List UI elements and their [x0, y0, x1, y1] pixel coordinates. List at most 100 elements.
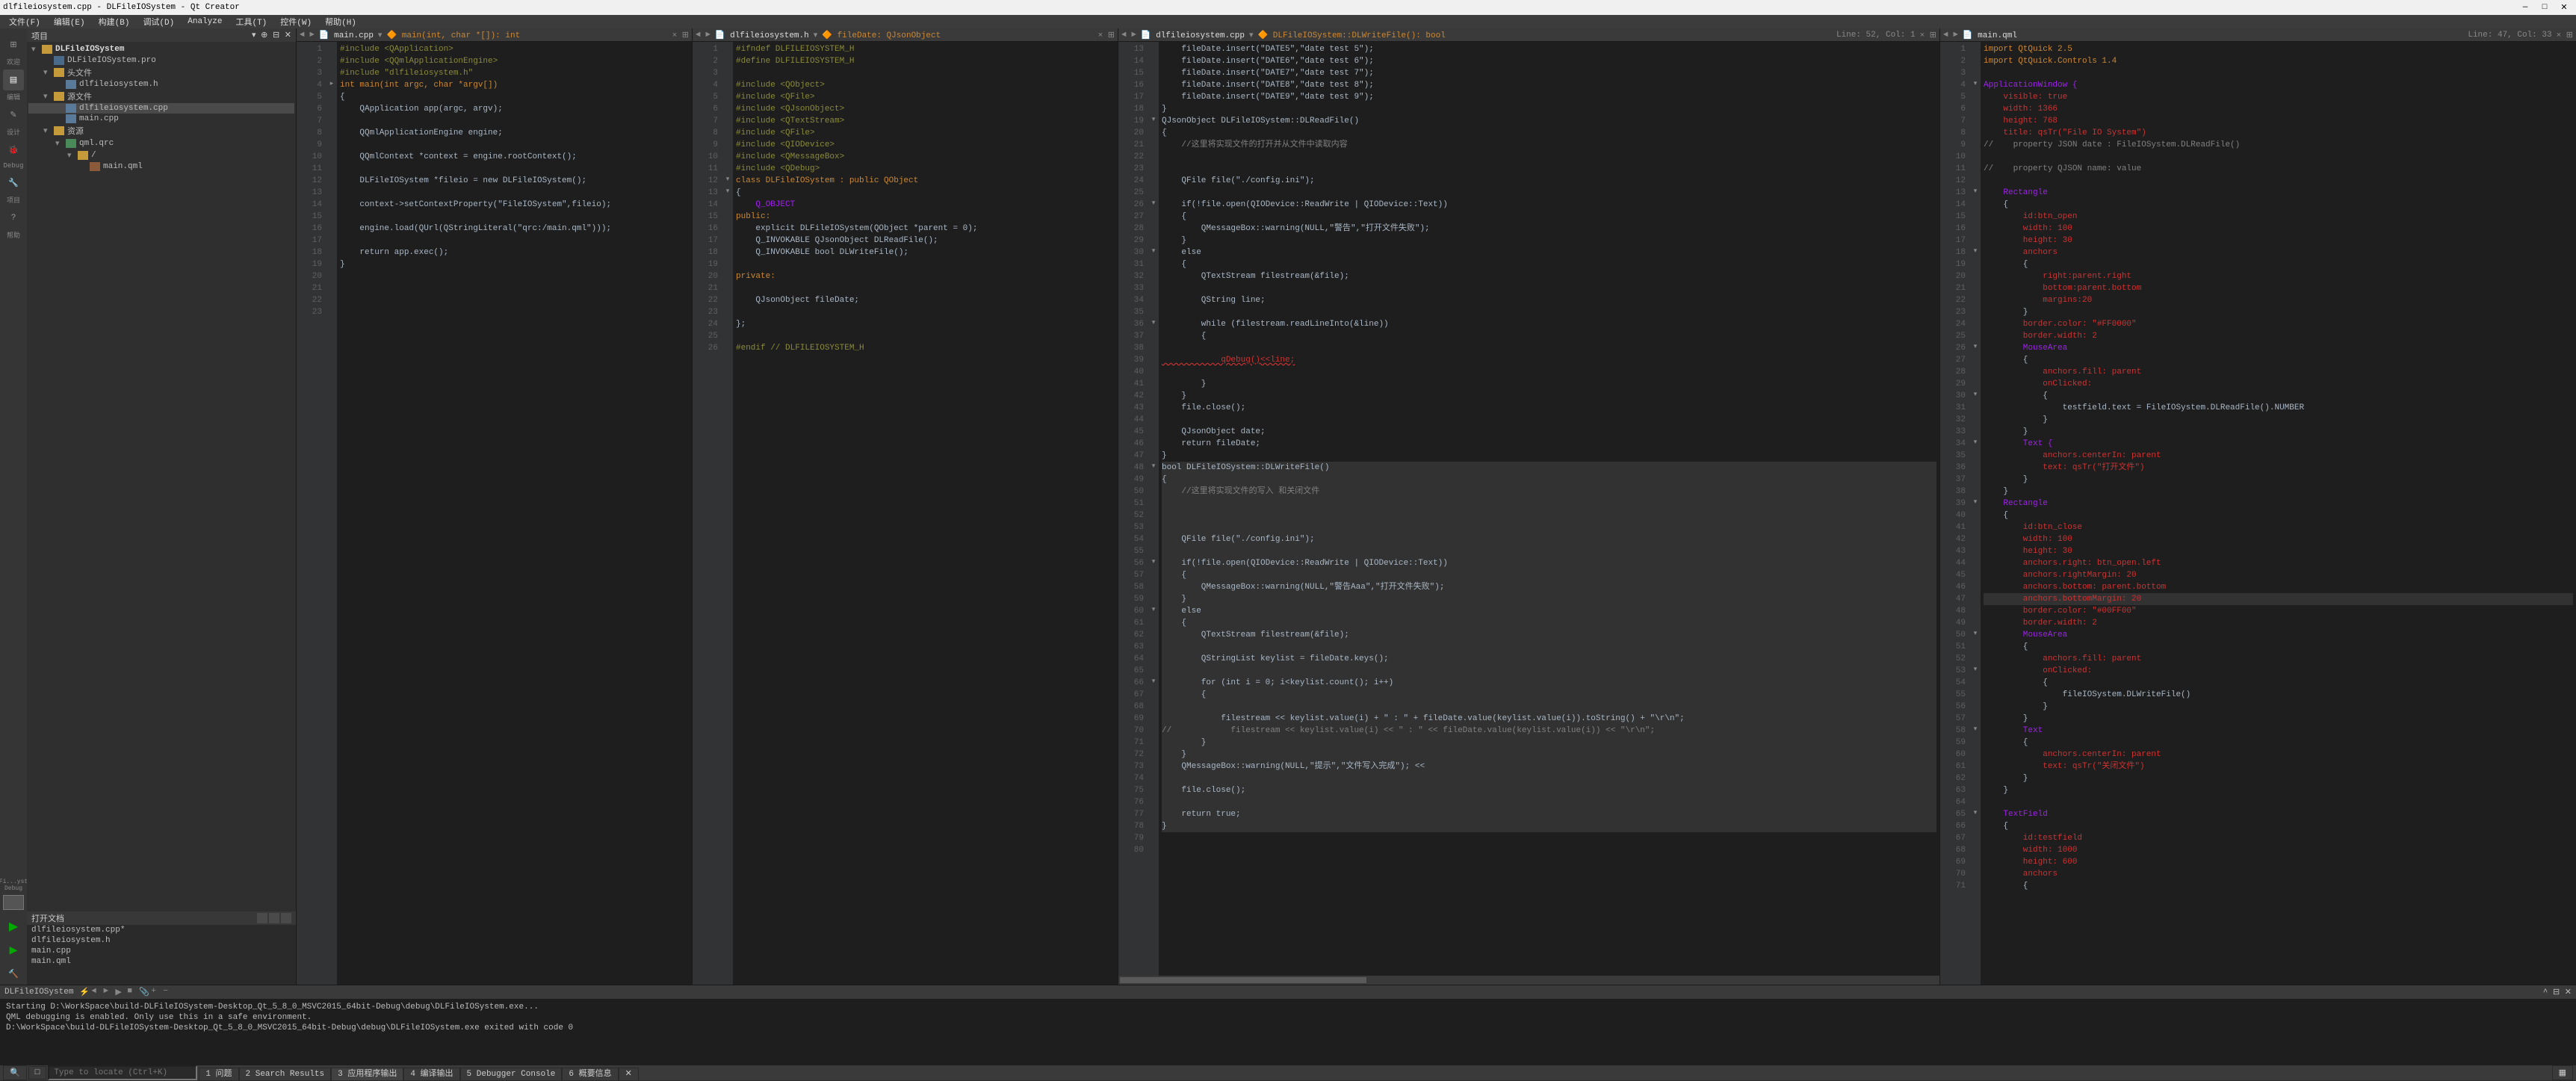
editor-tab[interactable]: ◄ ►📄 dlfileiosystem.h▾🔶 fileDate: QJsonO…: [693, 28, 1118, 42]
menubar: 文件(F)编辑(E)构建(B)调试(D)Analyze工具(T)控件(W)帮助(…: [0, 15, 2576, 28]
next-icon[interactable]: ►: [103, 987, 112, 997]
tab-close[interactable]: × ⊞: [1098, 30, 1115, 40]
tree-item[interactable]: DLFileIOSystem.pro: [28, 55, 294, 66]
mode-bar: ⊞ 欢迎 ▤ 编辑 ✎ 设计 🐞 Debug 🔧 项目 ? 帮助 DLFi...…: [0, 28, 27, 985]
menu-item[interactable]: 帮助(H): [319, 14, 362, 29]
nav-buttons[interactable]: ◄ ►: [1121, 31, 1136, 40]
horizontal-scrollbar[interactable]: [1118, 976, 1939, 985]
tab-close[interactable]: × ⊞: [672, 30, 689, 40]
editor-tab[interactable]: ◄ ►📄 main.cpp▾🔶 main(int, char *[]): int…: [297, 28, 692, 42]
tab-close[interactable]: × ⊞: [1920, 30, 1936, 40]
code-area[interactable]: 1234567891011121314151617181920212223242…: [693, 42, 1118, 985]
tree-item[interactable]: main.qml: [28, 161, 294, 172]
open-file-item[interactable]: main.qml: [27, 956, 296, 967]
editor-tab[interactable]: ◄ ► 📄 main.qml Line: 47, Col: 33 × ⊞: [1940, 28, 2576, 42]
output-text: Starting D:\WorkSpace\build-DLFileIOSyst…: [0, 999, 2576, 1065]
locator-icon[interactable]: 🔍: [3, 1065, 27, 1080]
output-tab-bar: DLFileIOSystem ⚡ ◄ ► ▶ ■ 📎 + − ^ ⊟ ✕: [0, 985, 2576, 999]
function-selector[interactable]: 🔶 main(int, char *[]): int: [386, 30, 520, 40]
help-mode[interactable]: ?: [3, 208, 24, 229]
menu-item[interactable]: 控件(W): [274, 14, 318, 29]
line-info[interactable]: Line: 52, Col: 1: [1836, 31, 1916, 40]
welcome-mode[interactable]: ⊞: [3, 34, 24, 55]
maximize-button[interactable]: □: [2536, 1, 2554, 13]
tree-item[interactable]: ▾源文件: [28, 90, 294, 103]
editor-tab[interactable]: ◄ ►📄 dlfileiosystem.cpp▾🔶 DLFileIOSystem…: [1118, 28, 1939, 42]
project-tree[interactable]: ▾DLFileIOSystem DLFileIOSystem.pro▾头文件 d…: [27, 42, 296, 911]
add-icon[interactable]: +: [151, 987, 160, 997]
tab-close[interactable]: × ⊞: [2557, 30, 2573, 40]
status-bar: 🔍 □ 1 问题2 Search Results3 应用程序输出4 编译输出5 …: [0, 1065, 2576, 1080]
debug-run-button[interactable]: ▶: [3, 940, 24, 961]
status-close[interactable]: ✕: [619, 1068, 639, 1081]
target-selector[interactable]: [3, 895, 24, 910]
output-controls[interactable]: ⚡ ◄ ► ▶ ■ 📎 + −: [79, 987, 172, 997]
run-button[interactable]: ▶: [3, 916, 24, 937]
file-name[interactable]: 📄 dlfileiosystem.h: [715, 30, 809, 40]
build-button[interactable]: 🔨: [3, 964, 24, 985]
filter-icon[interactable]: ⚡: [79, 987, 88, 997]
stop-icon[interactable]: ■: [127, 987, 136, 997]
nav-buttons[interactable]: ◄ ►: [696, 31, 710, 40]
locator-input[interactable]: [48, 1065, 197, 1080]
menu-item[interactable]: 文件(F): [3, 14, 46, 29]
line-info[interactable]: Line: 47, Col: 33: [2468, 31, 2551, 40]
nav-buttons[interactable]: ◄ ►: [1943, 31, 1958, 40]
nav-buttons[interactable]: ◄ ►: [300, 31, 315, 40]
menu-item[interactable]: 构建(B): [93, 14, 136, 29]
editor-pane: ◄ ►📄 dlfileiosystem.h▾🔶 fileDate: QJsonO…: [692, 28, 1118, 985]
project-header: 项目 ▾ ⊕ ⊟ ✕: [27, 28, 296, 42]
tree-item[interactable]: ▾qml.qrc: [28, 137, 294, 149]
editor-pane: ◄ ► 📄 main.qml Line: 47, Col: 33 × ⊞ 123456…: [1939, 28, 2576, 985]
code-area[interactable]: 1234567891011121314151617181920212223242…: [1940, 42, 2576, 985]
progress-icon[interactable]: ▦: [2552, 1065, 2573, 1080]
output-line: D:\WorkSpace\build-DLFileIOSystem-Deskto…: [6, 1023, 2570, 1033]
status-tab[interactable]: 6 概要信息: [562, 1068, 618, 1081]
status-tab[interactable]: 2 Search Results: [239, 1068, 332, 1081]
tree-item[interactable]: main.cpp: [28, 114, 294, 124]
file-name[interactable]: 📄 dlfileiosystem.cpp: [1141, 30, 1245, 40]
open-file-item[interactable]: dlfileiosystem.h: [27, 935, 296, 946]
window-buttons: — □ ✕: [2516, 1, 2573, 13]
prev-icon[interactable]: ◄: [91, 987, 100, 997]
tree-item[interactable]: dlfileiosystem.h: [28, 79, 294, 90]
close-button[interactable]: ✕: [2555, 1, 2573, 13]
tree-item[interactable]: dlfileiosystem.cpp: [28, 103, 294, 114]
minimize-button[interactable]: —: [2516, 1, 2534, 13]
edit-mode[interactable]: ▤: [3, 69, 24, 90]
file-name[interactable]: 📄 main.qml: [1963, 30, 2017, 40]
function-selector[interactable]: 🔶 fileDate: QJsonObject: [822, 30, 941, 40]
function-selector[interactable]: 🔶 DLFileIOSystem::DLWriteFile(): bool: [1257, 30, 1445, 40]
editor-pane: ◄ ►📄 dlfileiosystem.cpp▾🔶 DLFileIOSystem…: [1118, 28, 1939, 985]
output-close[interactable]: ^ ⊟ ✕: [2543, 987, 2572, 997]
open-docs-controls[interactable]: [257, 913, 291, 923]
open-file-item[interactable]: main.cpp: [27, 946, 296, 956]
play-icon[interactable]: ▶: [115, 987, 124, 997]
locator-toggle[interactable]: □: [28, 1066, 47, 1080]
attach-icon[interactable]: 📎: [139, 987, 148, 997]
status-tab[interactable]: 1 问题: [199, 1068, 238, 1081]
open-docs-list[interactable]: dlfileiosystem.cpp*dlfileiosystem.hmain.…: [27, 925, 296, 985]
menu-item[interactable]: 调试(D): [137, 14, 180, 29]
design-mode[interactable]: ✎: [3, 105, 24, 126]
debug-mode[interactable]: 🐞: [3, 140, 24, 161]
output-line: Starting D:\WorkSpace\build-DLFileIOSyst…: [6, 1002, 2570, 1012]
status-tab[interactable]: 5 Debugger Console: [460, 1068, 563, 1081]
menu-item[interactable]: 工具(T): [229, 14, 273, 29]
status-tab[interactable]: 4 编译输出: [403, 1068, 459, 1081]
menu-item[interactable]: 编辑(E): [48, 14, 91, 29]
file-name[interactable]: 📄 main.cpp: [319, 30, 374, 40]
open-file-item[interactable]: dlfileiosystem.cpp*: [27, 925, 296, 935]
tree-item[interactable]: ▾DLFileIOSystem: [28, 43, 294, 55]
project-header-controls[interactable]: ▾ ⊕ ⊟ ✕: [252, 30, 291, 40]
code-area[interactable]: 1314151617181920212223242526272829303132…: [1118, 42, 1939, 985]
remove-icon[interactable]: −: [163, 987, 172, 997]
tree-item[interactable]: ▾/: [28, 149, 294, 161]
menu-item[interactable]: Analyze: [182, 16, 228, 28]
status-tab[interactable]: 3 应用程序输出: [331, 1068, 403, 1081]
project-mode[interactable]: 🔧: [3, 173, 24, 193]
code-area[interactable]: 1234567891011121314151617181920212223▸#i…: [297, 42, 692, 985]
output-title: DLFileIOSystem: [4, 988, 73, 997]
tree-item[interactable]: ▾资源: [28, 124, 294, 137]
tree-item[interactable]: ▾头文件: [28, 66, 294, 79]
